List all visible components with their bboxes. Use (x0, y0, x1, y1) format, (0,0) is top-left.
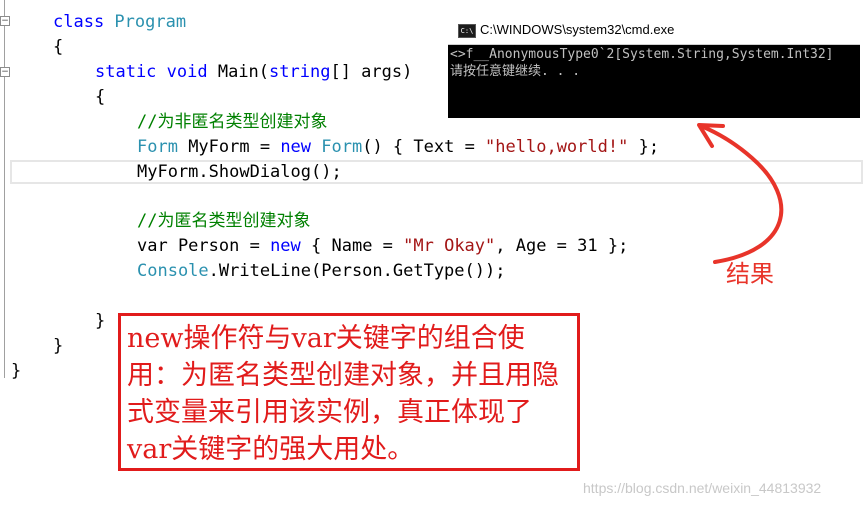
watermark: https://blog.csdn.net/weixin_44813932 (583, 480, 822, 496)
result-label: 结果 (726, 260, 774, 288)
annotation-note: new操作符与var关键字的组合使用：为匿名类型创建对象，并且用隐式变量来引用该… (118, 313, 580, 471)
